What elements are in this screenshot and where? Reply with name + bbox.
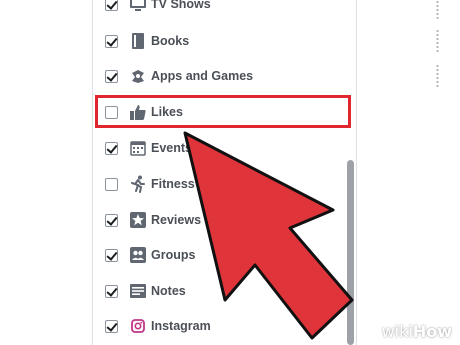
watermark-wiki: wiki: [381, 322, 413, 341]
gamepad-icon: [132, 70, 144, 83]
list-item-reviews[interactable]: Reviews: [93, 206, 343, 234]
star-icon: [130, 212, 146, 228]
calendar-icon: [130, 141, 146, 156]
tv-shows-checkbox[interactable]: [105, 0, 118, 11]
notes-label: Notes: [151, 284, 186, 298]
groups-checkbox[interactable]: [105, 248, 118, 262]
fitness-label: Fitness: [151, 177, 195, 191]
apps-and-games-checkbox[interactable]: [105, 69, 118, 83]
list-item-events[interactable]: Events: [93, 134, 343, 162]
wikihow-watermark: wikiHow: [382, 322, 452, 341]
fitness-checkbox[interactable]: [105, 177, 118, 191]
apps-and-games-label: Apps and Games: [151, 69, 254, 83]
reviews-checkbox[interactable]: [105, 213, 118, 227]
list-item-tv-shows[interactable]: TV Shows: [93, 0, 343, 18]
list-item-instagram[interactable]: Instagram: [93, 312, 343, 340]
instagram-icon: [131, 319, 145, 333]
notes-checkbox[interactable]: [105, 284, 118, 298]
books-checkbox[interactable]: [105, 34, 118, 48]
tv-icon: [130, 0, 146, 11]
book-icon: [132, 33, 144, 49]
instagram-checkbox[interactable]: [105, 319, 118, 333]
list-item-groups[interactable]: Groups: [93, 241, 343, 269]
instagram-label: Instagram: [151, 319, 211, 333]
events-checkbox[interactable]: [105, 141, 118, 155]
likes-highlight-box: [95, 95, 351, 128]
notes-icon: [130, 284, 146, 298]
sections-list-panel: TV Shows Books Apps and Games Likes Even…: [92, 0, 439, 345]
runner-icon: [131, 175, 145, 193]
drag-handle[interactable]: [436, 29, 439, 53]
groups-label: Groups: [151, 248, 196, 262]
drag-handle[interactable]: [436, 64, 439, 88]
tv-shows-label: TV Shows: [151, 0, 211, 11]
list-item-notes[interactable]: Notes: [93, 277, 343, 305]
reviews-label: Reviews: [151, 213, 202, 227]
list-item-apps-and-games[interactable]: Apps and Games: [93, 62, 343, 90]
scrollbar[interactable]: [347, 160, 354, 345]
list-item-books[interactable]: Books: [93, 27, 343, 55]
books-label: Books: [151, 34, 190, 48]
drag-handle[interactable]: [436, 0, 439, 20]
list-item-fitness[interactable]: Fitness: [93, 170, 343, 198]
events-label: Events: [151, 141, 192, 155]
groups-icon: [130, 247, 146, 263]
watermark-how: How: [412, 322, 452, 341]
